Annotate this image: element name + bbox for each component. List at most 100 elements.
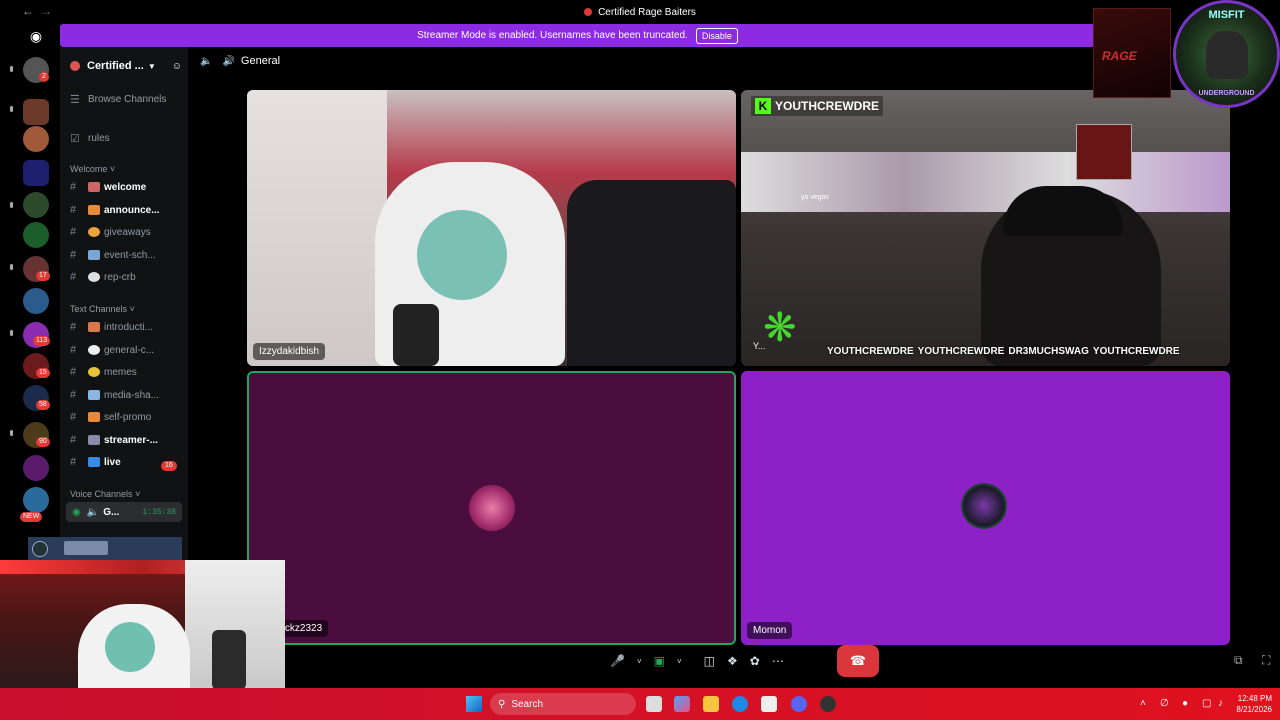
edge-icon[interactable] [732, 696, 748, 712]
chevron-down-icon: ˅ [109, 164, 116, 174]
channel-rules[interactable]: ☑ rules [70, 128, 182, 148]
connected-icon: ◉ [72, 506, 81, 518]
channel-event-schedule[interactable]: # event-sch... [70, 245, 182, 265]
chevron-down-icon[interactable]: ˅ [677, 657, 682, 666]
back-arrow-icon[interactable]: ← [22, 4, 34, 18]
emoji-icon [88, 412, 100, 422]
unread-pill [10, 66, 13, 72]
forward-arrow-icon[interactable]: → [40, 4, 52, 18]
server-icon[interactable] [23, 288, 49, 314]
category-welcome[interactable]: Welcome ˅ [70, 164, 115, 174]
chevron-up-icon[interactable]: ˄ [1140, 698, 1146, 709]
server-icon[interactable] [23, 126, 49, 152]
browse-channels[interactable]: ☰ Browse Channels [70, 89, 182, 109]
speech-bubble-icon [88, 345, 100, 355]
popout-icon[interactable]: ⧉ [1234, 653, 1243, 668]
hash-icon: # [70, 389, 77, 401]
print-graphic-icon [105, 622, 155, 672]
camera-icon[interactable]: ▣ [654, 654, 665, 668]
rail-badge: 113 [33, 336, 51, 346]
clock[interactable]: 12:48 PM 8/21/2026 [1236, 693, 1272, 715]
network-icon[interactable]: ∅ [1160, 698, 1169, 709]
video-tile[interactable]: Izzydakidbish [247, 90, 736, 366]
screen-share-icon[interactable]: ◫ [704, 654, 715, 668]
file-explorer-icon[interactable] [703, 696, 719, 712]
server-icon[interactable] [23, 192, 49, 218]
misfit-underground-logo: MISFIT UNDERGROUND [1173, 0, 1280, 108]
video-tile[interactable]: Momon [741, 371, 1230, 645]
server-icon[interactable] [23, 222, 49, 248]
server-icon[interactable] [23, 455, 49, 481]
emoji-icon [88, 205, 100, 215]
skull-icon [88, 272, 100, 282]
channel-general-chat[interactable]: # general-c... [70, 340, 182, 360]
mic-icon[interactable]: ● [1182, 698, 1188, 709]
discord-taskbar-icon[interactable] [791, 696, 807, 712]
discord-icon[interactable]: ◉ [24, 28, 48, 46]
server-folder-icon[interactable] [23, 160, 49, 186]
server-icon[interactable] [23, 99, 49, 125]
taskbar-search[interactable]: ⚲ Search [490, 693, 636, 715]
more-icon[interactable]: ⋯ [772, 654, 784, 668]
kick-logo-icon: K [755, 98, 771, 114]
server-dot-icon [584, 8, 593, 16]
fullscreen-icon[interactable]: ⛶ [1262, 653, 1270, 668]
social-handle: YOUTHCREWDRE [827, 346, 914, 357]
volume-icon[interactable]: ♪ [1218, 698, 1223, 709]
social-handles: YOUTHCREWDRE YOUTHCREWDRE DR3MUCHSWAG YO… [827, 346, 1180, 357]
kick-brand: K YOUTHCREWDRE [751, 96, 883, 116]
razer-logo-icon: ❋ [763, 306, 797, 350]
video-tile[interactable]: kublackz2323 [247, 371, 736, 645]
mascot-icon [1206, 31, 1248, 79]
title-bar: ← → Certified Rage Baiters [0, 0, 1280, 24]
volume-icon[interactable]: 🔈 [200, 56, 212, 67]
channel-introductions[interactable]: # introducti... [70, 317, 182, 337]
store-icon[interactable] [761, 696, 777, 712]
video-tile[interactable]: K YOUTHCREWDRE yo vegas ❋ Y... YOUTHCREW… [741, 90, 1230, 366]
rail-badge: 15 [36, 368, 50, 378]
disable-button[interactable]: Disable [695, 27, 738, 44]
hangup-icon[interactable]: ☎ [837, 645, 879, 677]
channel-giveaways[interactable]: # giveaways [70, 222, 182, 242]
channel-rep-crb[interactable]: # rep-crb [70, 267, 182, 287]
channel-memes[interactable]: # memes [70, 362, 182, 382]
server-header[interactable]: Certified ... ▼ ☺ [70, 57, 188, 75]
server-icon[interactable] [23, 487, 49, 513]
channel-welcome[interactable]: # welcome [70, 177, 182, 197]
participant-name: Momon [747, 622, 793, 639]
category-voice[interactable]: Voice Channels ˅ [70, 489, 140, 499]
activity-banner[interactable] [28, 537, 182, 560]
channel-announcements[interactable]: # announce... [70, 200, 182, 220]
unread-pill [10, 330, 13, 336]
soundboard-icon[interactable]: ✿ [750, 654, 760, 668]
category-text[interactable]: Text Channels ˅ [70, 304, 135, 314]
windows-start-icon[interactable] [466, 696, 482, 712]
channel-media-share[interactable]: # media-sha... [70, 385, 182, 405]
mic-icon[interactable]: 🎤 [610, 654, 625, 668]
window-title: Certified Rage Baiters [598, 6, 696, 18]
rail-badge: 17 [36, 271, 50, 281]
banner-text: Streamer Mode is enabled. Usernames have… [417, 30, 688, 41]
rail-badge: 2 [39, 72, 49, 82]
activities-icon[interactable]: ❖ [727, 654, 738, 668]
add-member-icon[interactable]: ☺ [172, 61, 182, 72]
emoji-icon [88, 250, 100, 260]
emoji-icon [88, 390, 100, 400]
emoji-icon [88, 227, 100, 237]
chevron-down-icon: ˅ [129, 304, 135, 314]
display-icon[interactable]: ▢ [1202, 698, 1211, 709]
discord-window: ← → Certified Rage Baiters Streamer Mode… [0, 0, 1280, 690]
channel-self-promo[interactable]: # self-promo [70, 407, 182, 427]
mention-badge: 16 [161, 461, 177, 471]
checklist-icon: ☑ [70, 132, 80, 145]
app-icon[interactable] [820, 696, 836, 712]
taskbar: ⚲ Search ˄ ∅ ● ▢ ♪ 12:48 PM 8/21/2026 [0, 688, 1280, 720]
copilot-icon[interactable] [674, 696, 690, 712]
task-view-icon[interactable] [646, 696, 662, 712]
participant-name: Izzydakidbish [253, 343, 326, 360]
hash-icon: # [70, 249, 77, 261]
voice-channel-general[interactable]: ◉ 🔈 G... 1:35:38 [66, 502, 182, 522]
channel-streamer[interactable]: # streamer-... [70, 430, 182, 450]
chevron-down-icon[interactable]: ˅ [637, 657, 642, 666]
channel-sidebar: Certified ... ▼ ☺ ☰ Browse Channels ☑ ru… [60, 47, 188, 564]
